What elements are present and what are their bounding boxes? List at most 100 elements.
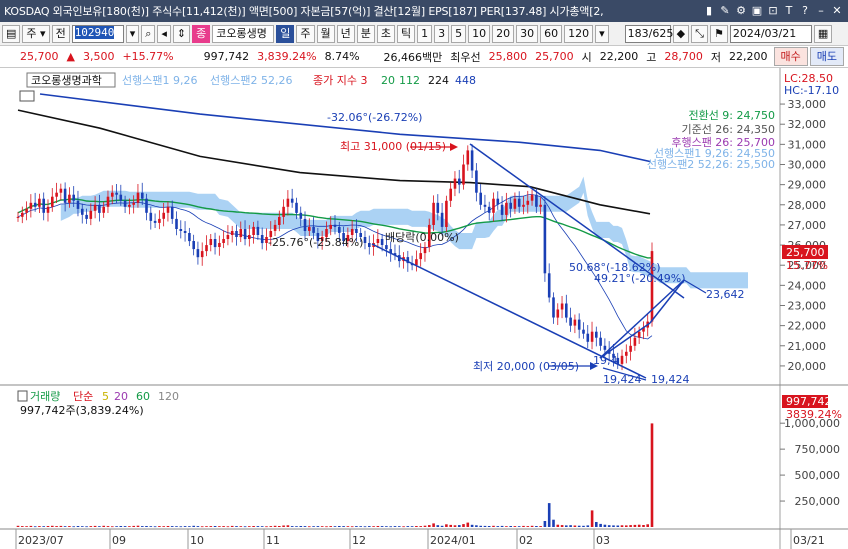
candle-body — [419, 253, 422, 260]
lock-icon[interactable]: ⊡ — [766, 4, 780, 18]
candle-body — [449, 188, 452, 201]
best-ask: 25,800 — [488, 50, 528, 63]
minimize-icon[interactable]: – — [814, 4, 828, 18]
stock-name-field[interactable]: 코오롱생명 — [212, 24, 275, 43]
interval-10[interactable]: 10 — [468, 24, 491, 43]
volume-bar — [252, 526, 255, 527]
sell-button[interactable]: 매도 — [809, 47, 845, 66]
candle-body — [577, 319, 581, 330]
flag-icon[interactable]: ⚑ — [709, 24, 728, 43]
change-amount: 3,500 — [82, 50, 115, 63]
volume-bar — [432, 523, 435, 527]
candle-body — [380, 239, 384, 245]
interval-120[interactable]: 120 — [564, 24, 594, 43]
play-icon[interactable]: ◆ — [672, 24, 690, 43]
stock-type-selector[interactable]: 주 ▾ — [22, 24, 50, 43]
period-month[interactable]: 월 — [316, 24, 335, 43]
volume-bar — [230, 525, 234, 527]
volume-bar — [573, 525, 577, 527]
volume-bar — [398, 526, 401, 527]
candle-body — [505, 202, 508, 215]
candle-body — [42, 198, 45, 213]
window-controls: ▮ ✎ ⚙ ▣ ⊡ T ? – ✕ — [702, 4, 848, 18]
volume-bar — [577, 525, 581, 527]
wrench-icon[interactable]: ✎ — [718, 4, 732, 18]
best-bid: 25,700 — [535, 50, 574, 63]
volume-bar — [492, 525, 495, 527]
candle-body — [573, 319, 577, 326]
buy-button[interactable]: 매수 — [773, 47, 808, 66]
speaker-icon[interactable]: ◂ — [157, 24, 171, 43]
bar-icon[interactable]: ▮ — [702, 4, 716, 18]
grid-toggle-button[interactable]: ▤ — [2, 24, 21, 43]
candle-body — [162, 212, 165, 219]
candle-body — [89, 210, 93, 219]
chart-canvas[interactable]: 33,000 32,000 31,000 30,000 29,000 28,000 27,0… — [0, 68, 848, 549]
date-field[interactable]: 2024/03/21 — [729, 24, 812, 43]
volume-bar — [453, 525, 457, 527]
legend-span2: 선행스팬2 52,26 — [210, 74, 292, 87]
close-icon[interactable]: ✕ — [830, 4, 844, 18]
period-tick[interactable]: 틱 — [397, 24, 416, 43]
candle-body — [260, 235, 264, 244]
volume-bar — [106, 526, 110, 527]
volume-bar — [278, 526, 281, 527]
legend-ma448: 448 — [455, 74, 476, 87]
stock-code-input[interactable]: 102940 — [71, 24, 124, 43]
data-count-field[interactable]: 183/625 — [624, 24, 673, 43]
volume-bar — [132, 525, 135, 527]
period-week[interactable]: 주 — [296, 24, 315, 43]
volume-percent: 3,839.24% — [257, 50, 317, 63]
interval-3[interactable]: 3 — [434, 24, 450, 43]
name-badge: 종 — [192, 24, 211, 43]
volume-bar — [98, 526, 101, 527]
save-icon[interactable]: ▣ — [750, 4, 764, 18]
code-dropdown-icon[interactable]: ▾ — [125, 24, 140, 43]
volume-bar — [235, 526, 238, 527]
candle-body — [273, 224, 277, 231]
period-minute[interactable]: 분 — [356, 24, 375, 43]
volume-bar — [342, 526, 345, 527]
date-label: 12 — [352, 534, 366, 547]
text-icon[interactable]: T — [782, 4, 796, 18]
search-icon[interactable]: ⌕ — [141, 24, 156, 43]
interval-60[interactable]: 60 — [540, 24, 563, 43]
help-icon[interactable]: ? — [798, 4, 812, 18]
candle-body — [188, 233, 191, 242]
volume-bar — [286, 525, 290, 527]
candle-body — [333, 224, 337, 227]
period-day[interactable]: 일 — [276, 24, 295, 43]
channel-b-label: 49.21°(-20.49%) — [594, 272, 686, 285]
dividend-label: 배당락(0.00%) — [385, 231, 459, 244]
volume-bar — [38, 526, 41, 527]
interval-20[interactable]: 20 — [492, 24, 515, 43]
candle-body — [222, 239, 225, 243]
volume-bar — [29, 525, 33, 527]
stock-nav-icon[interactable]: ⇕ — [172, 24, 191, 43]
market-button[interactable]: 전 — [51, 24, 70, 43]
interval-dropdown-icon[interactable]: ▾ — [595, 24, 609, 43]
zoom-icon[interactable]: ⤡ — [691, 24, 708, 43]
volume-bar — [449, 524, 452, 527]
volume-bar — [222, 526, 225, 527]
volume-bar — [633, 524, 637, 527]
period-second[interactable]: 초 — [376, 24, 396, 43]
price-tick-label: 31,000 — [788, 138, 827, 151]
calendar-icon[interactable]: ▦ — [813, 24, 833, 43]
volume-bar — [218, 526, 221, 527]
interval-5[interactable]: 5 — [451, 24, 467, 43]
volume-bar — [535, 526, 538, 527]
high-price: 28,700 — [664, 50, 703, 63]
stock-chart[interactable]: 33,000 32,000 31,000 30,000 29,000 28,000 27,0… — [0, 68, 848, 549]
candle-body — [312, 226, 315, 233]
candle-body — [500, 204, 504, 215]
settings-icon[interactable]: ⚙ — [734, 4, 748, 18]
period-year[interactable]: 년 — [336, 24, 355, 43]
table-icon[interactable] — [19, 90, 35, 102]
volume-legend-5: 5 — [102, 390, 109, 403]
interval-1[interactable]: 1 — [417, 24, 433, 43]
candle-body — [209, 239, 213, 245]
candle-body — [115, 192, 118, 195]
interval-30[interactable]: 30 — [516, 24, 539, 43]
volume-bar — [149, 526, 153, 527]
